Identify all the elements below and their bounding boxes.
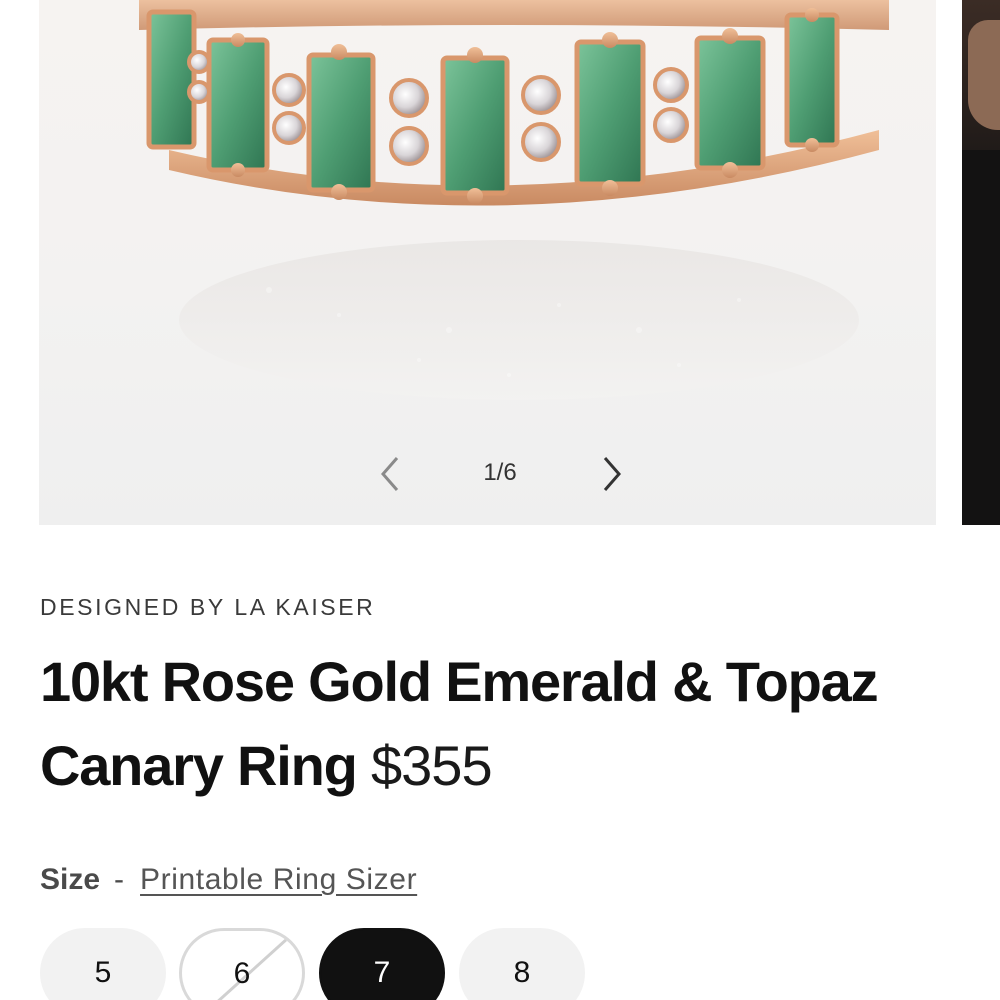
size-option-5[interactable]: 5 bbox=[40, 928, 166, 1000]
size-option-label: 7 bbox=[373, 956, 391, 989]
size-option-label: 6 bbox=[233, 957, 251, 990]
size-option-8[interactable]: 8 bbox=[459, 928, 585, 1000]
next-product-image-peek[interactable] bbox=[962, 0, 1000, 525]
printable-ring-sizer-link[interactable]: Printable Ring Sizer bbox=[140, 863, 417, 896]
model-sleeve-fragment bbox=[962, 150, 1000, 525]
ring-photo bbox=[139, 0, 889, 400]
size-option-label: 5 bbox=[94, 956, 112, 989]
designer-label: DESIGNED BY LA KAISER bbox=[40, 594, 376, 620]
size-separator: - bbox=[114, 863, 125, 896]
size-option-6[interactable]: 6 bbox=[179, 928, 305, 1000]
size-option-label: 8 bbox=[513, 956, 531, 989]
product-image-slide[interactable]: 1/6 bbox=[39, 0, 936, 525]
product-page: 1/6 DESIGNED BY LA KAISER 10kt Rose Gold… bbox=[0, 0, 1000, 1000]
model-photo-fragment bbox=[968, 20, 1000, 130]
chevron-right-icon bbox=[603, 457, 621, 491]
carousel-prev-button[interactable] bbox=[370, 452, 410, 496]
product-price: $355 bbox=[371, 734, 493, 797]
size-label: Size bbox=[40, 863, 101, 896]
size-header: Size - Printable Ring Sizer bbox=[40, 860, 417, 900]
size-option-7[interactable]: 7 bbox=[319, 928, 445, 1000]
carousel-counter: 1/6 bbox=[483, 459, 517, 486]
product-title-block: 10kt Rose Gold Emerald & Topaz Canary Ri… bbox=[40, 640, 960, 808]
chevron-left-icon bbox=[381, 457, 399, 491]
carousel-next-button[interactable] bbox=[592, 452, 632, 496]
